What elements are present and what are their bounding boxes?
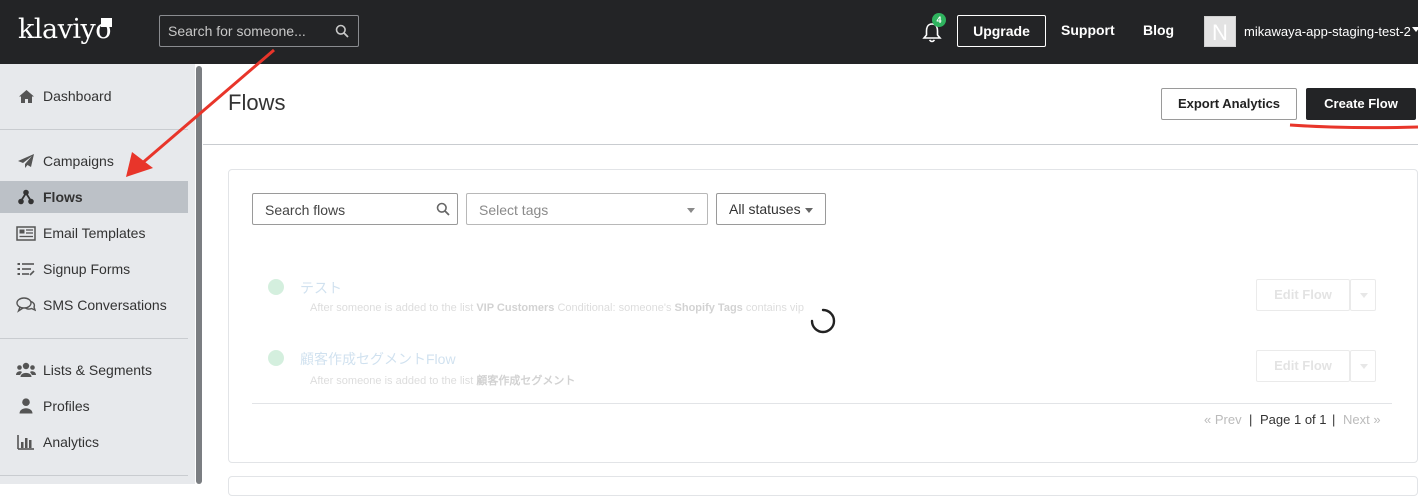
flows-icon xyxy=(16,188,36,206)
profile-search-box[interactable] xyxy=(159,15,359,47)
flow-search-box[interactable] xyxy=(252,193,458,225)
list-item[interactable]: 顧客作成セグメントFlow After someone is added to … xyxy=(252,341,1392,401)
prev-page-link[interactable]: « Prev xyxy=(1204,412,1242,427)
sidebar-item-flows[interactable]: Flows xyxy=(0,181,188,213)
user-icon xyxy=(16,397,36,415)
sidebar-item-lists-segments[interactable]: Lists & Segments xyxy=(0,354,188,386)
sidebar-item-campaigns[interactable]: Campaigns xyxy=(0,145,188,177)
export-analytics-button[interactable]: Export Analytics xyxy=(1161,88,1297,120)
list-form-icon xyxy=(16,260,36,278)
sidebar-item-label: Email Templates xyxy=(43,225,146,241)
sidebar-item-label: Profiles xyxy=(43,398,90,414)
sidebar-item-label: Flows xyxy=(43,189,83,205)
tags-select-placeholder: Select tags xyxy=(479,202,549,218)
loading-spinner-icon xyxy=(810,308,836,334)
pagination-separator: | xyxy=(1249,412,1253,427)
sidebar-divider xyxy=(0,475,188,476)
status-live-icon xyxy=(268,279,284,295)
edit-flow-button[interactable]: Edit Flow xyxy=(1256,350,1350,382)
home-icon xyxy=(16,87,36,105)
flow-actions-dropdown[interactable] xyxy=(1350,279,1376,311)
flow-desc-text: After someone is added to the list xyxy=(310,375,474,387)
tags-select[interactable]: Select tags xyxy=(466,193,708,225)
flow-trigger-description: After someone is added to the list VIP C… xyxy=(310,302,804,314)
sidebar-scrollbar[interactable] xyxy=(195,64,203,484)
sidebar-item-label: SMS Conversations xyxy=(43,297,167,313)
avatar[interactable]: N xyxy=(1204,16,1236,47)
logo-flag-icon xyxy=(101,18,112,27)
page-indicator: Page 1 of 1 xyxy=(1260,412,1327,427)
sidebar-item-dashboard[interactable]: Dashboard xyxy=(0,80,188,112)
create-flow-button[interactable]: Create Flow xyxy=(1306,88,1416,120)
sidebar-item-label: Dashboard xyxy=(43,88,112,104)
support-link[interactable]: Support xyxy=(1061,22,1115,38)
flow-desc-property: Shopify Tags xyxy=(674,302,743,314)
search-icon[interactable] xyxy=(436,202,450,216)
notification-count-badge: 4 xyxy=(932,13,946,27)
flow-desc-list: VIP Customers xyxy=(476,302,555,314)
status-live-icon xyxy=(268,350,284,366)
flow-name-link[interactable]: テスト xyxy=(300,278,342,298)
chevron-down-icon[interactable] xyxy=(1412,27,1418,32)
chevron-down-icon xyxy=(1360,293,1368,298)
next-page-link[interactable]: Next » xyxy=(1343,412,1381,427)
chevron-down-icon xyxy=(1360,364,1368,369)
sidebar-item-sms-conversations[interactable]: SMS Conversations xyxy=(0,289,188,321)
sidebar-item-label: Analytics xyxy=(43,434,100,450)
profile-search-input[interactable] xyxy=(168,23,328,39)
flow-desc-list: 顧客作成セグメント xyxy=(476,375,576,387)
sidebar-item-label: Signup Forms xyxy=(43,261,131,277)
sidebar-item-profiles[interactable]: Profiles xyxy=(0,390,188,422)
flow-desc-text: After someone is added to the list xyxy=(310,302,474,314)
flow-trigger-description: After someone is added to the list 顧客作成セ… xyxy=(310,372,575,388)
users-icon xyxy=(16,361,36,379)
flow-desc-text: contains vip xyxy=(745,302,804,314)
paper-plane-icon xyxy=(16,152,36,170)
top-navigation-bar: klaviyo 4 Upgrade Support Blog N mikaway… xyxy=(0,0,1418,64)
chevron-down-icon xyxy=(687,208,695,213)
newspaper-icon xyxy=(16,224,36,242)
sidebar-item-label: Campaigns xyxy=(43,153,114,169)
flow-actions-dropdown[interactable] xyxy=(1350,350,1376,382)
flow-search-input[interactable] xyxy=(265,202,425,218)
sidebar-item-analytics[interactable]: Analytics xyxy=(0,426,188,458)
search-icon[interactable] xyxy=(335,24,349,38)
secondary-card xyxy=(228,476,1418,496)
flow-name-link[interactable]: 顧客作成セグメントFlow xyxy=(300,349,456,369)
account-name[interactable]: mikawaya-app-staging-test-2 xyxy=(1244,24,1411,39)
flow-desc-text: Conditional: someone's xyxy=(557,302,672,314)
sidebar-divider xyxy=(0,338,188,339)
bar-chart-icon xyxy=(16,433,36,451)
annotation-underline xyxy=(1289,123,1418,130)
klaviyo-logo[interactable]: klaviyo xyxy=(18,14,112,45)
blog-link[interactable]: Blog xyxy=(1143,22,1174,38)
upgrade-button[interactable]: Upgrade xyxy=(957,15,1046,47)
status-select[interactable]: All statuses xyxy=(716,193,826,225)
chat-icon xyxy=(16,296,36,314)
edit-flow-button[interactable]: Edit Flow xyxy=(1256,279,1350,311)
sidebar-divider xyxy=(0,129,188,130)
status-select-value: All statuses xyxy=(729,201,801,217)
sidebar-item-signup-forms[interactable]: Signup Forms xyxy=(0,253,188,285)
page-title: Flows xyxy=(228,90,286,115)
pagination-separator: | xyxy=(1332,412,1336,427)
sidebar-item-email-templates[interactable]: Email Templates xyxy=(0,217,188,249)
chevron-down-icon xyxy=(805,208,813,213)
sidebar-item-label: Lists & Segments xyxy=(43,362,152,378)
scrollbar-thumb[interactable] xyxy=(196,66,202,484)
header-divider xyxy=(203,144,1418,145)
list-divider xyxy=(252,403,1392,404)
